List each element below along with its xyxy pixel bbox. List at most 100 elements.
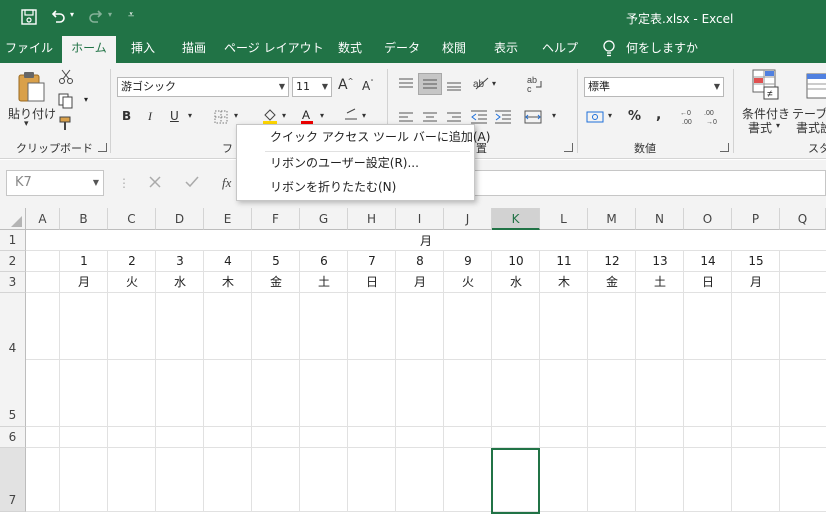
tab-review[interactable]: 校閲	[432, 36, 476, 63]
align-left-icon[interactable]	[398, 111, 414, 125]
tab-home[interactable]: ホーム	[62, 36, 116, 63]
format-as-table-label2[interactable]: 書式設	[796, 119, 826, 136]
name-box-dropdown-icon[interactable]: ▼	[93, 171, 99, 195]
align-bottom-icon[interactable]	[446, 77, 462, 91]
align-right-icon[interactable]	[446, 111, 462, 125]
day-number-cell[interactable]: 14	[684, 252, 732, 270]
weekday-cell[interactable]: 火	[444, 273, 492, 291]
underline-button[interactable]: U	[170, 109, 179, 123]
day-number-cell[interactable]: 13	[636, 252, 684, 270]
font-size-combo[interactable]: 11 ▼	[292, 77, 332, 97]
tell-me-search[interactable]: 何をしますか	[626, 36, 700, 63]
customize-qat-icon[interactable]: ⩡	[128, 8, 134, 22]
insert-function-icon[interactable]: fx	[222, 175, 231, 191]
decrease-decimal-icon[interactable]: .00 →0	[704, 107, 722, 125]
phonetic-guide-icon[interactable]	[344, 107, 358, 125]
phonetic-dropdown-icon[interactable]: ▾	[362, 111, 366, 120]
currency-format-icon[interactable]	[586, 109, 606, 125]
percent-style-button[interactable]: %	[628, 109, 641, 124]
decrease-indent-icon[interactable]	[470, 109, 488, 125]
day-number-cell[interactable]: 7	[348, 252, 396, 270]
lightbulb-icon[interactable]	[602, 40, 616, 58]
weekday-cell[interactable]: 日	[684, 273, 732, 291]
selected-cell-k7[interactable]	[491, 448, 540, 514]
copy-icon[interactable]	[58, 93, 74, 109]
comma-style-button[interactable]: ,	[656, 107, 661, 123]
tab-file[interactable]: ファイル	[4, 36, 54, 63]
format-painter-icon[interactable]	[58, 115, 74, 131]
conditional-formatting-label2[interactable]: 書式	[748, 119, 772, 136]
font-color-dropdown-icon[interactable]: ▾	[320, 111, 324, 120]
increase-font-icon[interactable]: A^	[338, 77, 353, 93]
row-header-3[interactable]: 3	[0, 272, 26, 293]
font-name-combo[interactable]: 游ゴシック ▼	[117, 77, 289, 97]
currency-dropdown-icon[interactable]: ▾	[608, 111, 612, 120]
borders-icon[interactable]	[214, 110, 228, 124]
merge-center-icon[interactable]	[524, 109, 542, 125]
row-header-6[interactable]: 6	[0, 427, 26, 448]
day-number-cell[interactable]: 12	[588, 252, 636, 270]
column-header-k[interactable]: K	[492, 208, 540, 230]
row-header-5[interactable]: 5	[0, 359, 26, 427]
align-middle-icon[interactable]	[418, 73, 442, 95]
weekday-cell[interactable]: 土	[636, 273, 684, 291]
column-header-e[interactable]: E	[204, 208, 252, 230]
weekday-cell[interactable]: 月	[60, 273, 108, 291]
tab-insert[interactable]: 挿入	[122, 36, 164, 63]
clipboard-launcher-icon[interactable]	[98, 143, 107, 152]
align-top-icon[interactable]	[398, 77, 414, 91]
column-header-a[interactable]: A	[26, 208, 60, 230]
weekday-cell[interactable]: 月	[732, 273, 780, 291]
weekday-cell[interactable]: 木	[204, 273, 252, 291]
day-number-cell[interactable]: 11	[540, 252, 588, 270]
row-header-2[interactable]: 2	[0, 251, 26, 272]
name-box[interactable]: K7 ▼	[6, 170, 104, 196]
day-number-cell[interactable]: 15	[732, 252, 780, 270]
decrease-font-icon[interactable]: A˅	[362, 79, 374, 93]
tab-draw[interactable]: 描画	[172, 36, 216, 63]
increase-indent-icon[interactable]	[494, 109, 512, 125]
day-number-cell[interactable]: 3	[156, 252, 204, 270]
bold-button[interactable]: B	[122, 109, 131, 123]
column-header-f[interactable]: F	[252, 208, 300, 230]
fill-color-dropdown-icon[interactable]: ▾	[282, 111, 286, 120]
merge-dropdown-icon[interactable]: ▾	[552, 111, 556, 120]
column-header-m[interactable]: M	[588, 208, 636, 230]
column-header-i[interactable]: I	[396, 208, 444, 230]
fill-color-icon[interactable]	[262, 107, 278, 125]
alignment-launcher-icon[interactable]	[564, 143, 573, 152]
paste-dropdown-icon[interactable]: ▾	[24, 119, 29, 129]
weekday-cell[interactable]: 金	[588, 273, 636, 291]
column-header-g[interactable]: G	[300, 208, 348, 230]
increase-decimal-icon[interactable]: ←0.00	[680, 107, 698, 125]
paste-button[interactable]: 貼り付け	[8, 105, 56, 122]
tab-page-layout[interactable]: ページ レイアウト	[224, 36, 324, 63]
tab-formulas[interactable]: 数式	[328, 36, 372, 63]
number-format-combo[interactable]: 標準 ▼	[584, 77, 724, 97]
number-launcher-icon[interactable]	[720, 143, 729, 152]
column-header-q[interactable]: Q	[780, 208, 826, 230]
column-header-h[interactable]: H	[348, 208, 396, 230]
day-number-cell[interactable]: 1	[60, 252, 108, 270]
row-header-1[interactable]: 1	[0, 230, 26, 251]
format-as-table-icon[interactable]	[806, 73, 826, 101]
row-header-7[interactable]: 7	[0, 448, 26, 512]
weekday-cell[interactable]: 水	[156, 273, 204, 291]
undo-dropdown-icon[interactable]: ▾	[70, 10, 74, 19]
select-all-corner[interactable]	[0, 208, 26, 230]
column-header-p[interactable]: P	[732, 208, 780, 230]
tab-data[interactable]: データ	[380, 36, 424, 63]
weekday-cell[interactable]: 水	[492, 273, 540, 291]
day-number-cell[interactable]: 2	[108, 252, 156, 270]
weekday-cell[interactable]: 月	[396, 273, 444, 291]
italic-button[interactable]: I	[148, 109, 152, 124]
orientation-dropdown-icon[interactable]: ▾	[492, 79, 496, 88]
undo-icon[interactable]	[50, 8, 66, 24]
formula-bar-grip-icon[interactable]: ⋮	[118, 176, 130, 190]
month-title-cell[interactable]: 月	[60, 232, 792, 250]
save-icon[interactable]	[20, 8, 38, 26]
conditional-formatting-icon[interactable]: ≠	[752, 69, 780, 101]
row-header-4[interactable]: 4	[0, 293, 26, 360]
weekday-cell[interactable]: 土	[300, 273, 348, 291]
align-center-icon[interactable]	[422, 111, 438, 125]
